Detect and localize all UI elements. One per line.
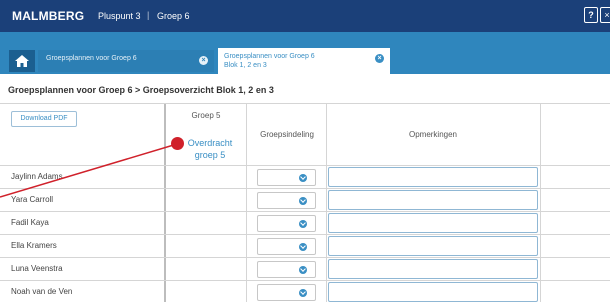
chevron-down-icon xyxy=(299,220,307,228)
group-name[interactable]: Groep 6 xyxy=(157,11,190,21)
opmerkingen-input[interactable] xyxy=(328,167,538,187)
chevron-down-icon xyxy=(299,289,307,297)
breadcrumb: Groepsplannen voor Groep 6 > Groepsoverz… xyxy=(8,85,274,95)
table-row: Fadil Kaya xyxy=(0,211,610,234)
product-name[interactable]: Pluspunt 3 xyxy=(98,11,141,21)
overdracht-link[interactable]: Overdracht groep 5 xyxy=(178,137,242,161)
opmerkingen-input[interactable] xyxy=(328,213,538,233)
tab-label-line1: Groepsplannen voor Groep 6 xyxy=(224,53,315,60)
column-header-groep5: Groep 5 xyxy=(191,111,221,120)
tab-label-line2: Blok 1, 2 en 3 xyxy=(224,62,267,69)
tab-label: Groepsplannen voor Groep 6 xyxy=(46,55,137,62)
opmerkingen-input[interactable] xyxy=(328,282,538,302)
table-row: Noah van de Ven xyxy=(0,280,610,302)
table-row: Luna Veenstra xyxy=(0,257,610,280)
opmerkingen-input[interactable] xyxy=(328,190,538,210)
tab-groepsplannen-blok[interactable]: Groepsplannen voor Groep 6 Blok 1, 2 en … xyxy=(218,48,390,74)
student-name: Luna Veenstra xyxy=(11,264,63,273)
groepsindeling-select[interactable] xyxy=(257,169,316,186)
overdracht-line1: Overdracht xyxy=(187,138,233,148)
divider xyxy=(0,103,610,104)
opmerkingen-input[interactable] xyxy=(328,236,538,256)
tab-close-icon[interactable]: × xyxy=(375,54,384,63)
download-pdf-button[interactable]: Download PDF xyxy=(11,111,77,127)
table-row: Ella Kramers xyxy=(0,234,610,257)
groepsindeling-select[interactable] xyxy=(257,261,316,278)
student-name: Fadil Kaya xyxy=(11,218,49,227)
groepsindeling-select[interactable] xyxy=(257,284,316,301)
chevron-down-icon xyxy=(299,197,307,205)
column-header-opmerkingen: Opmerkingen xyxy=(408,130,458,139)
groepsindeling-select[interactable] xyxy=(257,192,316,209)
groepsindeling-select[interactable] xyxy=(257,215,316,232)
student-name: Noah van de Ven xyxy=(11,287,73,296)
overdracht-line2: groep 5 xyxy=(194,150,226,160)
chevron-down-icon xyxy=(299,243,307,251)
home-button[interactable] xyxy=(9,50,35,72)
table-row: Jaylinn Adams xyxy=(0,165,610,188)
nav-separator: | xyxy=(147,10,150,20)
student-name: Ella Kramers xyxy=(11,241,57,250)
tab-groepsplannen[interactable]: Groepsplannen voor Groep 6 × xyxy=(38,50,214,72)
home-icon xyxy=(15,55,29,67)
chevron-down-icon xyxy=(299,174,307,182)
tab-close-icon[interactable]: × xyxy=(199,56,208,65)
table-row: Yara Carroll xyxy=(0,188,610,211)
student-name: Yara Carroll xyxy=(11,195,54,204)
student-name: Jaylinn Adams xyxy=(11,172,63,181)
column-header-groepsindeling: Groepsindeling xyxy=(260,130,314,139)
opmerkingen-input[interactable] xyxy=(328,259,538,279)
groepsindeling-select[interactable] xyxy=(257,238,316,255)
malmberg-logo: MALMBERG xyxy=(12,9,85,23)
close-button[interactable]: × xyxy=(600,7,610,23)
help-button[interactable]: ? xyxy=(584,7,598,23)
chevron-down-icon xyxy=(299,266,307,274)
top-bar: MALMBERG Pluspunt 3 | Groep 6 ? × xyxy=(0,0,610,32)
annotation-marker xyxy=(171,137,184,150)
tab-bar: Groepsplannen voor Groep 6 × Groepsplann… xyxy=(0,32,610,74)
